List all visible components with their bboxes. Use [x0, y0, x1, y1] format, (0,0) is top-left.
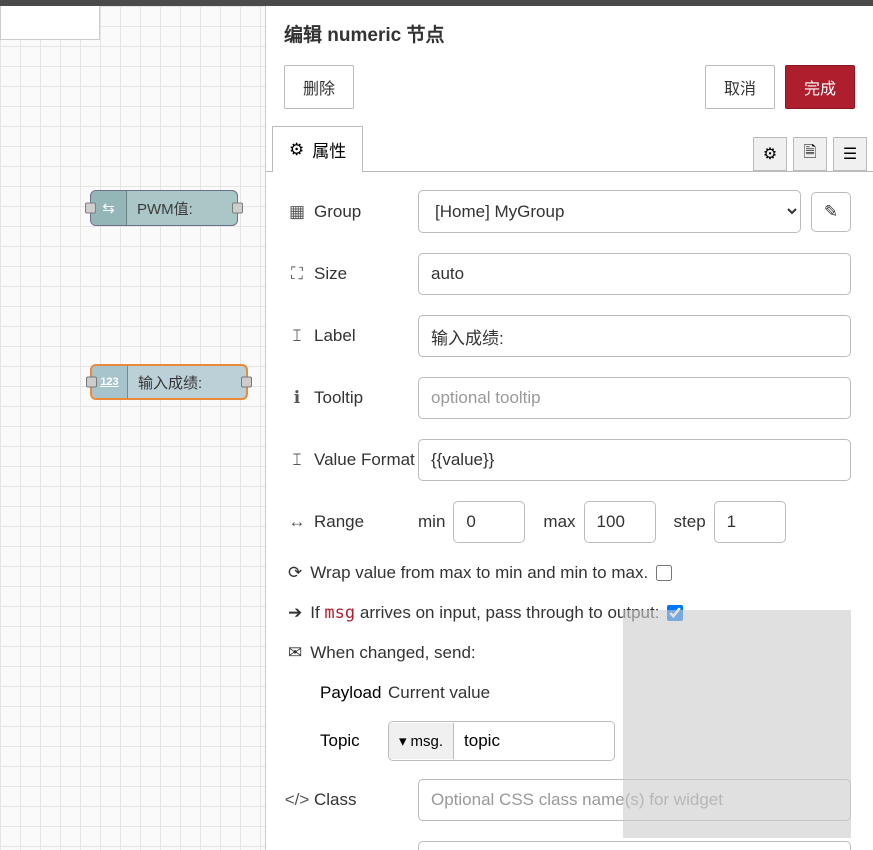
node-port-in[interactable]	[85, 203, 96, 214]
row-wrap: ⟳ Wrap value from max to min and min to …	[288, 563, 851, 583]
range-step-input[interactable]	[714, 501, 786, 543]
range-max-input[interactable]	[584, 501, 656, 543]
topic-field[interactable]: ▾msg.	[388, 721, 615, 761]
node-numeric-selected[interactable]: 123 输入成绩:	[90, 364, 248, 400]
row-group: ▦Group [Home] MyGroup ✎	[288, 190, 851, 233]
edit-panel: 编辑 numeric 节点 删除 取消 完成 ⚙ 属性 ⚙ 🗎 ☰ ▦Group…	[265, 6, 873, 850]
label-input[interactable]	[418, 315, 851, 357]
name-input[interactable]	[418, 841, 851, 850]
row-value-format: 𝙸Value Format	[288, 439, 851, 481]
info-icon: ℹ	[288, 388, 306, 408]
cancel-button[interactable]: 取消	[705, 65, 775, 109]
node-label: PWM值:	[127, 198, 193, 219]
delete-button[interactable]: 删除	[284, 65, 354, 109]
range-min-input[interactable]	[453, 501, 525, 543]
row-name: 🏷Name	[288, 841, 851, 850]
topic-input[interactable]	[454, 722, 614, 760]
numeric-icon: 123	[92, 366, 128, 398]
resize-icon: ⛶	[288, 264, 306, 284]
cursor-icon: 𝙸	[288, 326, 306, 346]
qr-overlay	[623, 610, 851, 838]
row-tooltip: ℹTooltip	[288, 377, 851, 419]
table-icon: ▦	[288, 202, 306, 222]
wrap-checkbox[interactable]	[656, 565, 672, 581]
node-settings-button[interactable]: ⚙	[753, 137, 787, 171]
node-info-button[interactable]: ☰	[833, 137, 867, 171]
node-port-out[interactable]	[241, 377, 252, 388]
flow-tab-stub[interactable]	[0, 6, 100, 40]
slider-icon: ⇆	[91, 191, 127, 225]
node-help-button[interactable]: 🗎	[793, 137, 827, 171]
refresh-icon: ⟳	[288, 563, 302, 583]
flow-canvas[interactable]: ⇆ PWM值: 123 输入成绩:	[0, 6, 265, 850]
node-port-in[interactable]	[86, 377, 97, 388]
chevron-down-icon[interactable]: ▾	[399, 732, 407, 750]
row-range: ↔Range min max step	[288, 501, 851, 543]
pencil-icon: ✎	[824, 202, 838, 222]
node-port-out[interactable]	[232, 203, 243, 214]
row-label: 𝙸Label	[288, 315, 851, 357]
file-icon: 🗎	[804, 141, 817, 168]
done-button[interactable]: 完成	[785, 65, 855, 109]
tab-properties[interactable]: ⚙ 属性	[272, 126, 363, 172]
panel-tabs: ⚙ 属性 ⚙ 🗎 ☰	[266, 125, 873, 172]
arrow-right-icon: ➔	[288, 603, 302, 623]
arrows-icon: ↔	[288, 512, 306, 532]
value-format-input[interactable]	[418, 439, 851, 481]
code-icon: </>	[288, 790, 306, 810]
gear-icon: ⚙	[763, 144, 777, 164]
node-label: 输入成绩:	[128, 372, 202, 393]
size-input[interactable]	[418, 253, 851, 295]
gear-icon: ⚙	[289, 140, 304, 160]
tooltip-input[interactable]	[418, 377, 851, 419]
tab-label: 属性	[312, 137, 346, 162]
node-pwm[interactable]: ⇆ PWM值:	[90, 190, 238, 226]
cursor-icon: 𝙸	[288, 450, 306, 470]
group-select[interactable]: [Home] MyGroup	[418, 190, 801, 233]
row-size: ⛶Size	[288, 253, 851, 295]
envelope-icon: ✉	[288, 643, 302, 663]
list-icon: ☰	[843, 144, 857, 164]
panel-title: 编辑 numeric 节点	[266, 6, 873, 57]
edit-group-button[interactable]: ✎	[811, 192, 851, 232]
